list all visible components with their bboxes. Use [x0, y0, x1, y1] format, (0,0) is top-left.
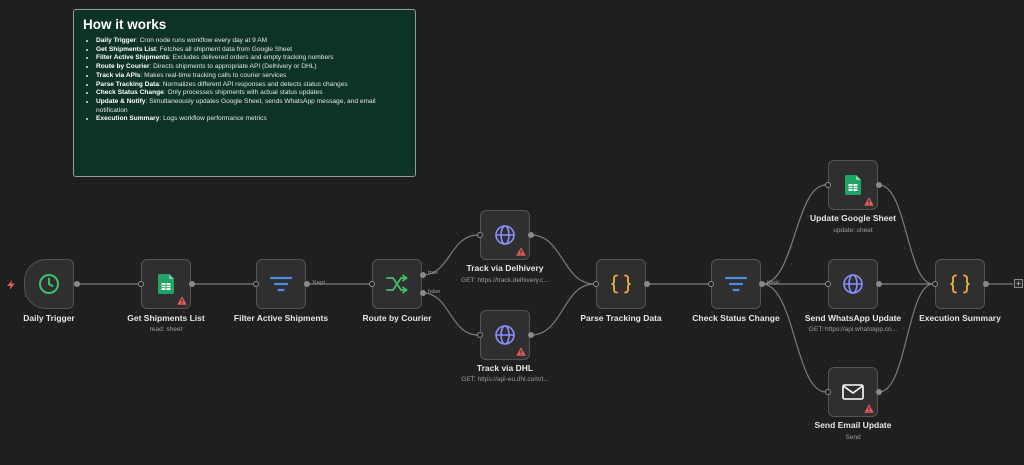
output-handle[interactable]	[528, 232, 534, 238]
trigger-bolt-icon	[7, 280, 15, 290]
output-handle[interactable]	[644, 281, 650, 287]
warning-icon	[864, 404, 874, 413]
node-update-google-sheet[interactable]	[828, 160, 878, 210]
input-handle[interactable]	[932, 281, 938, 287]
note-item: Route by Courier: Directs shipments to a…	[96, 63, 406, 72]
input-handle[interactable]	[825, 389, 831, 395]
output-handle[interactable]	[876, 281, 882, 287]
node-send-email-update[interactable]	[828, 367, 878, 417]
note-item: Parse Tracking Data: Normalizes differen…	[96, 81, 406, 90]
output-handle[interactable]	[876, 389, 882, 395]
node-subtitle: update: sheet	[833, 227, 873, 234]
input-handle[interactable]	[593, 281, 599, 287]
globe-icon	[495, 325, 515, 345]
code-braces-icon	[611, 274, 631, 294]
node-filter-active-shipments[interactable]	[256, 259, 306, 309]
node-subtitle: GET: https://track.delhivery.c...	[461, 277, 549, 284]
edge-label-false: false	[428, 289, 441, 295]
edge-label-kept: Kept	[313, 280, 325, 286]
note-item: Check Status Change: Only processes ship…	[96, 89, 406, 98]
note-item: Filter Active Shipments: Excludes delive…	[96, 54, 406, 63]
note-list: Daily Trigger: Cron node runs workflow e…	[83, 37, 406, 124]
node-check-status-change[interactable]	[711, 259, 761, 309]
output-handle[interactable]	[74, 281, 80, 287]
node-label: Send Email Update	[814, 420, 892, 430]
google-sheets-icon	[845, 175, 861, 195]
google-sheets-icon	[158, 274, 174, 294]
node-track-via-delhivery[interactable]	[480, 210, 530, 260]
node-label: Route by Courier	[362, 313, 432, 323]
node-execution-summary[interactable]	[935, 259, 985, 309]
clock-icon	[39, 274, 59, 294]
globe-icon	[495, 225, 515, 245]
output-handle[interactable]	[983, 281, 989, 287]
edge-label-kept-status: Kept	[767, 280, 779, 286]
node-subtitle: GET: https://api-eu.dhl.com/t...	[461, 376, 549, 383]
node-get-shipments-list[interactable]	[141, 259, 191, 309]
input-handle[interactable]	[825, 182, 831, 188]
input-handle[interactable]	[369, 281, 375, 287]
code-braces-icon	[950, 274, 970, 294]
envelope-icon	[842, 384, 864, 400]
node-subtitle: GET: https://api.whatsapp.co...	[808, 326, 898, 333]
output-handle[interactable]	[759, 281, 765, 287]
warning-icon	[864, 197, 874, 206]
node-label: Track via Delhivery	[466, 263, 544, 273]
input-handle[interactable]	[825, 281, 831, 287]
node-label: Update Google Sheet	[810, 213, 896, 223]
output-handle[interactable]	[304, 281, 310, 287]
output-handle[interactable]	[876, 182, 882, 188]
output-handle-true[interactable]	[420, 272, 426, 278]
input-handle[interactable]	[138, 281, 144, 287]
note-item: Execution Summary: Logs workflow perform…	[96, 115, 406, 124]
node-track-via-dhl[interactable]	[480, 310, 530, 360]
note-item: Update & Notify: Simultaneously updates …	[96, 98, 406, 115]
node-daily-trigger[interactable]	[24, 259, 74, 309]
note-item: Get Shipments List: Fetches all shipment…	[96, 46, 406, 55]
output-handle-false[interactable]	[420, 290, 426, 296]
warning-icon	[516, 347, 526, 356]
filter-icon	[270, 276, 292, 292]
note-item: Daily Trigger: Cron node runs workflow e…	[96, 37, 406, 46]
note-item: Track via APIs: Makes real-time tracking…	[96, 72, 406, 81]
input-handle[interactable]	[477, 332, 483, 338]
note-title: How it works	[83, 17, 167, 32]
node-route-by-courier[interactable]	[372, 259, 422, 309]
node-send-whatsapp-update[interactable]	[828, 259, 878, 309]
add-node-button[interactable]: +	[1014, 279, 1023, 288]
node-label: Execution Summary	[919, 313, 1001, 323]
input-handle[interactable]	[477, 232, 483, 238]
input-handle[interactable]	[708, 281, 714, 287]
warning-icon	[177, 296, 187, 305]
output-handle[interactable]	[528, 332, 534, 338]
node-label: Track via DHL	[476, 363, 534, 373]
output-handle[interactable]	[189, 281, 195, 287]
switch-icon	[386, 274, 408, 294]
how-it-works-note[interactable]: How it works Daily Trigger: Cron node ru…	[73, 9, 416, 177]
node-parse-tracking-data[interactable]	[596, 259, 646, 309]
filter-icon	[725, 276, 747, 292]
globe-icon	[843, 274, 863, 294]
node-subtitle: read: sheet	[149, 326, 183, 333]
input-handle[interactable]	[253, 281, 259, 287]
warning-icon	[516, 247, 526, 256]
node-subtitle: Send	[845, 434, 861, 441]
